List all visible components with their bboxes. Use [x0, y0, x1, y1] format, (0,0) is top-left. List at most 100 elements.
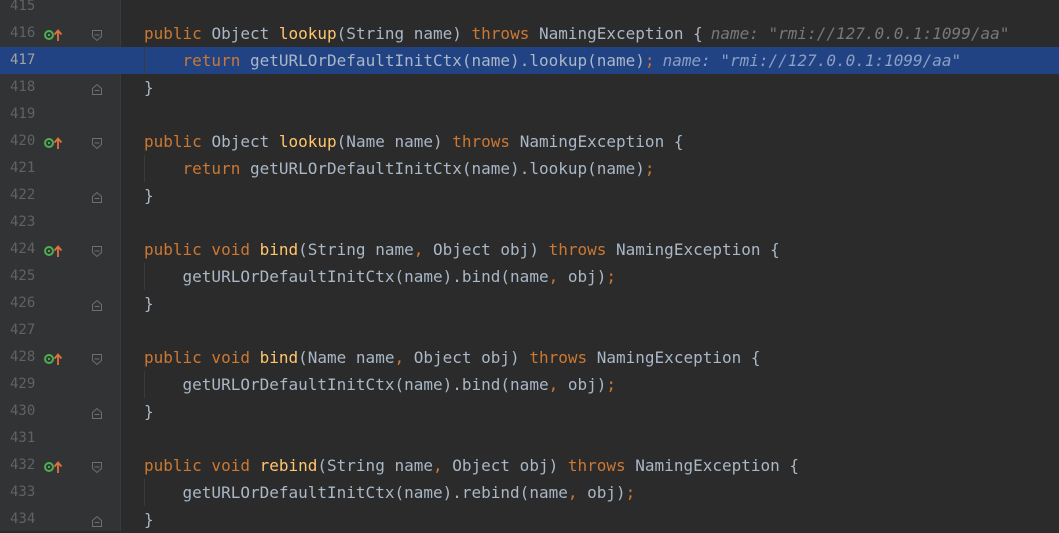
implements-method-icon[interactable] [44, 351, 64, 365]
code-token: obj) [587, 483, 626, 502]
code-line[interactable]: 433 getURLOrDefaultInitCtx(name).rebind(… [0, 479, 1059, 506]
code-token: getURLOrDefaultInitCtx(name).lookup(name… [249, 159, 645, 178]
code-token: , [413, 240, 433, 259]
code-token: ; [606, 267, 617, 286]
code-token: , [432, 456, 453, 475]
code-token: Object [211, 132, 279, 151]
code-token: NamingException { [519, 132, 684, 151]
code-line[interactable]: 419 [0, 101, 1059, 128]
code-token: } [144, 294, 154, 313]
code-line[interactable]: 416 public Object lookup(String name) thr… [0, 20, 1059, 47]
line-number[interactable]: 418 [10, 74, 35, 101]
code-text[interactable]: } [144, 398, 154, 425]
code-token: throws [452, 132, 520, 151]
code-token: getURLOrDefaultInitCtx(name).bind(name [144, 375, 549, 394]
code-line[interactable]: 417 return getURLOrDefaultInitCtx(name).… [0, 47, 1059, 74]
implements-method-icon[interactable] [44, 243, 64, 257]
code-token: } [144, 510, 154, 529]
code-token: ; [644, 159, 655, 178]
implements-method-icon[interactable] [44, 27, 64, 41]
code-line[interactable]: 429 getURLOrDefaultInitCtx(name).bind(na… [0, 371, 1059, 398]
code-line[interactable]: 427 [0, 317, 1059, 344]
line-number[interactable]: 427 [10, 317, 35, 344]
code-line[interactable]: 425 getURLOrDefaultInitCtx(name).bind(na… [0, 263, 1059, 290]
code-text[interactable]: return getURLOrDefaultInitCtx(name).look… [144, 47, 962, 74]
implements-method-icon[interactable] [44, 135, 64, 149]
code-text[interactable]: return getURLOrDefaultInitCtx(name).look… [144, 155, 655, 182]
code-line[interactable]: 426} [0, 290, 1059, 317]
fold-close-icon[interactable] [91, 81, 103, 95]
fold-close-icon[interactable] [91, 189, 103, 203]
fold-close-icon[interactable] [91, 297, 103, 311]
code-token: throws [567, 456, 636, 475]
line-number[interactable]: 428 [10, 344, 35, 371]
line-number[interactable]: 426 [10, 290, 35, 317]
code-line[interactable]: 420 public Object lookup(Name name) throw… [0, 128, 1059, 155]
line-number[interactable]: 431 [10, 425, 35, 452]
fold-close-icon[interactable] [91, 513, 103, 527]
code-text[interactable]: public void bind(String name, Object obj… [144, 236, 780, 263]
code-text[interactable]: } [144, 74, 154, 101]
line-number[interactable]: 422 [10, 182, 35, 209]
code-line[interactable]: 424 public void bind(String name, Object … [0, 236, 1059, 263]
code-token: , [394, 348, 414, 367]
code-text[interactable]: } [144, 290, 154, 317]
code-token: obj) [567, 375, 607, 394]
code-text[interactable]: public Object lookup(String name) throws… [144, 20, 1009, 47]
line-number[interactable]: 416 [10, 20, 35, 47]
code-line[interactable]: 431 [0, 425, 1059, 452]
line-number[interactable]: 423 [10, 209, 35, 236]
code-token: lookup [278, 132, 337, 151]
line-number[interactable]: 432 [10, 452, 35, 479]
code-text[interactable]: public void bind(Name name, Object obj) … [144, 344, 761, 371]
code-token: Object [211, 24, 279, 43]
fold-open-icon[interactable] [91, 243, 103, 258]
code-token: lookup [278, 24, 337, 43]
fold-open-icon[interactable] [91, 459, 103, 474]
code-line[interactable]: 430} [0, 398, 1059, 425]
line-number[interactable]: 425 [10, 263, 35, 290]
code-token: throws [548, 240, 617, 259]
line-number[interactable]: 424 [10, 236, 35, 263]
code-line[interactable]: 418} [0, 74, 1059, 101]
line-number[interactable]: 417 [10, 47, 35, 74]
code-token: public [144, 132, 212, 151]
code-line[interactable]: 428 public void bind(Name name, Object ob… [0, 344, 1059, 371]
line-number[interactable]: 420 [10, 128, 35, 155]
code-line[interactable]: 423 [0, 209, 1059, 236]
line-number[interactable]: 433 [10, 479, 35, 506]
code-text[interactable]: } [144, 506, 154, 533]
code-line[interactable]: 434} [0, 506, 1059, 533]
line-number[interactable]: 415 [10, 0, 35, 20]
code-line[interactable]: 422} [0, 182, 1059, 209]
fold-open-icon[interactable] [91, 351, 103, 366]
implements-method-icon[interactable] [44, 459, 64, 473]
code-line[interactable]: 432 public void rebind(String name, Objec… [0, 452, 1059, 479]
fold-close-icon[interactable] [91, 405, 103, 419]
code-text[interactable]: getURLOrDefaultInitCtx(name).bind(name, … [144, 371, 616, 398]
code-token: NamingException { [596, 348, 761, 367]
line-number[interactable]: 421 [10, 155, 35, 182]
indent-guide [144, 479, 145, 506]
code-text[interactable]: getURLOrDefaultInitCtx(name).rebind(name… [144, 479, 636, 506]
code-text[interactable]: public Object lookup(Name name) throws N… [144, 128, 683, 155]
fold-open-icon[interactable] [91, 27, 103, 42]
code-editor[interactable]: 415 416 public Object lookup(String name) … [0, 0, 1059, 531]
code-token: , [548, 267, 568, 286]
code-text[interactable]: public void rebind(String name, Object o… [144, 452, 799, 479]
line-number[interactable]: 434 [10, 506, 35, 533]
code-token: public void [144, 456, 260, 475]
debugger-inline-value: name: "rmi://127.0.0.1:1099/aa" [662, 51, 962, 70]
code-text[interactable]: } [144, 182, 154, 209]
indent-guide [144, 371, 145, 398]
code-line[interactable]: 415 [0, 0, 1059, 20]
code-text[interactable]: getURLOrDefaultInitCtx(name).bind(name, … [144, 263, 616, 290]
code-token: bind [259, 348, 299, 367]
code-token: (String name) [336, 24, 472, 43]
code-line[interactable]: 421 return getURLOrDefaultInitCtx(name).… [0, 155, 1059, 182]
line-number[interactable]: 430 [10, 398, 35, 425]
fold-open-icon[interactable] [91, 135, 103, 150]
line-number[interactable]: 419 [10, 101, 35, 128]
code-token: getURLOrDefaultInitCtx(name).rebind(name [144, 483, 568, 502]
line-number[interactable]: 429 [10, 371, 35, 398]
